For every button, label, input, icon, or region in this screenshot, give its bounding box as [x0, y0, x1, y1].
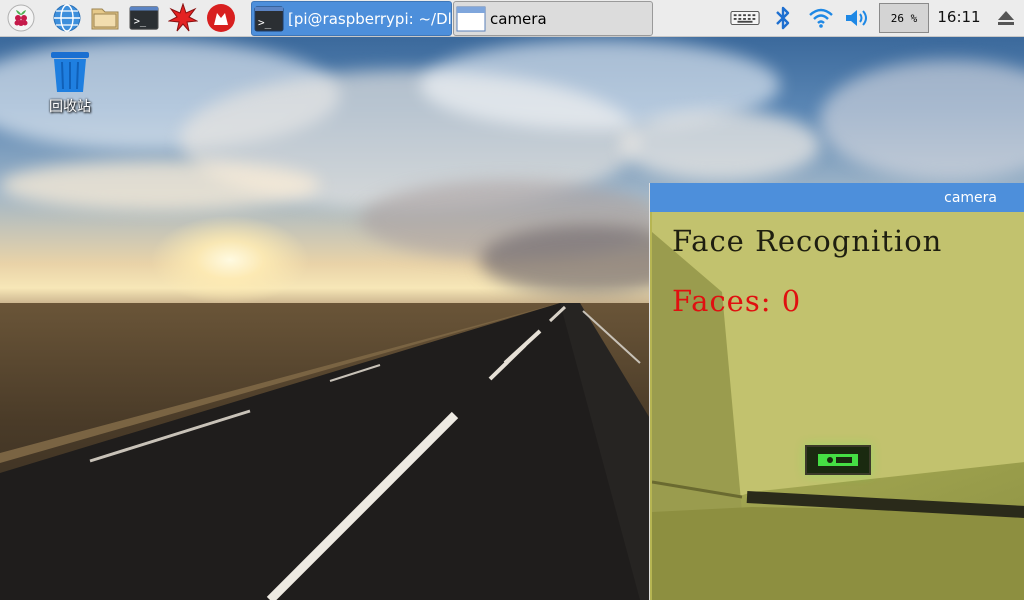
overlay-title: Face Recognition [672, 224, 943, 258]
window-title: camera [944, 189, 997, 206]
clock[interactable]: 16:11 [934, 8, 984, 26]
eject-icon [998, 11, 1014, 25]
raspberry-icon [7, 4, 35, 32]
taskbar: >_ >_ [pi@raspberrypi: ~/Dl… camera 26 %… [0, 0, 1024, 37]
volume-tray-button[interactable] [842, 3, 872, 33]
wolfram-launcher[interactable] [206, 3, 236, 33]
starburst-icon [168, 3, 198, 32]
trash-desktop-icon[interactable]: 回收站 [40, 50, 100, 116]
clock-text: 16:11 [937, 8, 981, 26]
exit-sign-icon [818, 454, 858, 466]
volume-icon [846, 10, 867, 26]
raspberry-menu-button[interactable] [6, 3, 36, 33]
terminal-launcher[interactable]: >_ [129, 3, 159, 33]
cpu-usage-monitor[interactable]: 26 % [879, 3, 929, 33]
terminal-icon: >_ [254, 6, 284, 31]
globe-icon [53, 4, 81, 32]
bluetooth-tray-button[interactable] [768, 3, 798, 33]
wolf-icon [207, 4, 235, 32]
keyboard-icon [730, 10, 760, 26]
eject-tray-button[interactable] [991, 3, 1021, 33]
wifi-tray-button[interactable] [806, 3, 836, 33]
camera-scene [652, 212, 1024, 600]
folder-icon [91, 8, 119, 30]
trash-label: 回收站 [49, 99, 91, 115]
svg-text:>_: >_ [258, 16, 272, 29]
svg-text:>_: >_ [134, 16, 147, 28]
window-titlebar[interactable]: camera [650, 183, 1024, 212]
exit-sign [805, 445, 871, 475]
cpu-usage-text: 26 % [890, 11, 918, 25]
task-label: camera [490, 9, 547, 28]
faces-count: Faces: 0 [672, 284, 802, 318]
bluetooth-icon [776, 6, 790, 30]
camera-window[interactable]: camera Face Recognition Faces: 0 [649, 183, 1024, 600]
file-manager-launcher[interactable] [90, 3, 120, 33]
desktop: 回收站 camera Face Recognition Faces: 0 [0, 0, 1024, 600]
task-label: [pi@raspberrypi: ~/Dl… [288, 9, 452, 28]
keyboard-tray-button[interactable] [730, 3, 760, 33]
wifi-icon [809, 8, 833, 28]
trash-icon [51, 52, 89, 92]
camera-feed: Face Recognition Faces: 0 [652, 212, 1024, 600]
terminal-icon: >_ [129, 6, 159, 30]
taskbar-task-camera[interactable]: camera [453, 1, 653, 36]
taskbar-task-terminal[interactable]: >_ [pi@raspberrypi: ~/Dl… [251, 1, 452, 36]
window-icon [456, 6, 486, 31]
browser-launcher[interactable] [52, 3, 82, 33]
math-launcher[interactable] [168, 3, 198, 33]
